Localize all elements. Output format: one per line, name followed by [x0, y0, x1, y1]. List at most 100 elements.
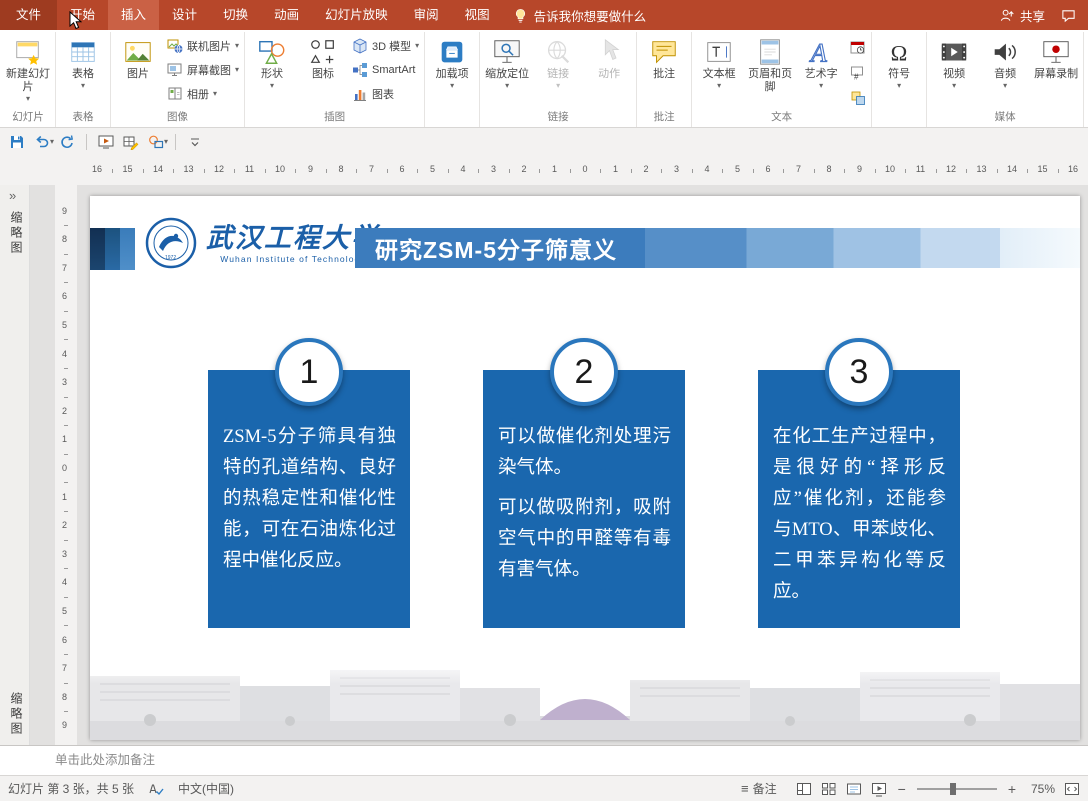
university-logo[interactable]: 1972 武汉工程大学 Wuhan Institute of Technolog… — [145, 217, 380, 269]
spell-check-icon[interactable] — [148, 781, 164, 797]
ribbon-group-links: 缩放定位 ▾ 链接 ▾ 动作 链接 — [480, 32, 638, 127]
ribbon-button-date-time[interactable] — [847, 37, 869, 59]
ribbon-button-shapes[interactable]: 形状 ▾ — [247, 34, 297, 110]
vertical-ruler[interactable]: 9 8 7 6 5 4 3 2 1 0 1 2 3 4 5 6 7 8 9 — [55, 185, 77, 745]
zoom-slider[interactable] — [916, 782, 997, 795]
ribbon-button-link[interactable]: 链接 ▾ — [533, 34, 583, 110]
feedback-icon[interactable] — [1061, 8, 1076, 23]
ribbon-group-content: Ω 符号 ▾ — [874, 32, 924, 110]
item-number-circle[interactable]: 3 — [825, 338, 893, 406]
dropdown-arrow-icon: ▾ — [952, 81, 957, 90]
button-label: 图片 — [127, 68, 149, 80]
ribbon-group-label: 链接 — [547, 111, 569, 123]
zoom-out-button[interactable]: − — [896, 781, 908, 797]
ribbon-button-header-footer[interactable]: 页眉和页脚 — [745, 34, 795, 110]
ribbon-button-picture[interactable]: 图片 — [113, 34, 163, 110]
ribbon-button-video[interactable]: 视频 ▾ — [929, 34, 979, 110]
shape-tools-button[interactable]: ▾ — [145, 131, 168, 153]
ribbon-group-content: 缩放定位 ▾ 链接 ▾ 动作 — [482, 32, 634, 110]
qat-more-button[interactable] — [184, 131, 206, 153]
start-slideshow-button[interactable] — [95, 131, 117, 153]
ruler-mark: 13 — [976, 164, 987, 174]
ruler-tick — [64, 339, 68, 341]
item-number-circle[interactable]: 1 — [275, 338, 343, 406]
zoom-slider-handle[interactable] — [950, 782, 957, 795]
thumbnail-pane-collapsed[interactable]: » 缩略图 缩略图 — [0, 185, 30, 745]
slide[interactable]: 1972 武汉工程大学 Wuhan Institute of Technolog… — [90, 196, 1080, 740]
ribbon-button-comment[interactable]: 批注 — [639, 34, 689, 110]
ribbon-tab-animations[interactable]: 动画 — [261, 0, 312, 30]
ruler-tick — [64, 425, 68, 427]
ribbon-button-online-pictures[interactable]: 联机图片 ▾ — [164, 34, 242, 58]
ribbon-button-slide-number[interactable]: # — [847, 62, 869, 84]
ribbon-button-wordart[interactable]: A 艺术字 ▾ — [796, 34, 846, 110]
ruler-tick — [539, 169, 541, 173]
button-label: 表格 — [72, 68, 94, 80]
zoom-level[interactable]: 75% — [1027, 782, 1055, 796]
ribbon-button-3d-models[interactable]: 3D 模型 ▾ — [349, 34, 422, 58]
tell-me-box[interactable]: 告诉我你想要做什么 — [513, 0, 646, 30]
ribbon-button-screen-recording[interactable]: 屏幕录制 — [1031, 34, 1081, 110]
slide-title-banner[interactable]: 研究ZSM-5分子筛意义 — [355, 228, 1080, 268]
ribbon-button-text-box[interactable]: 文本框 ▾ — [694, 34, 744, 110]
ribbon-tab-transitions[interactable]: 切换 — [210, 0, 261, 30]
zoom-in-button[interactable]: + — [1006, 781, 1018, 797]
item-text-box[interactable]: ZSM-5分子筛具有独特的孔道结构、良好的热稳定性和催化性能，可在石油炼化过程中… — [208, 370, 410, 628]
undo-button[interactable]: ▾ — [31, 131, 54, 153]
ribbon-tab-insert[interactable]: 插入 — [108, 0, 160, 30]
dropdown-arrow-icon: ▾ — [505, 81, 510, 90]
ruler-tick — [478, 169, 480, 173]
fit-to-window-button[interactable] — [1064, 781, 1080, 797]
ruler-tick — [64, 539, 68, 541]
ribbon-tab-review[interactable]: 审阅 — [401, 0, 452, 30]
save-button[interactable] — [6, 131, 28, 153]
ribbon-button-chart[interactable]: 图表 — [349, 82, 422, 106]
ribbon-button-add-ins[interactable]: 加载项 ▾ — [427, 34, 477, 110]
ribbon-button-photo-album[interactable]: 相册 ▾ — [164, 82, 242, 106]
ribbon-tab-slide-show[interactable]: 幻灯片放映 — [312, 0, 401, 30]
ruler-mark: 1 — [62, 491, 68, 502]
ruler-tick — [691, 169, 693, 173]
language-indicator[interactable]: 中文(中国) — [178, 780, 234, 797]
ribbon-button-symbol[interactable]: Ω 符号 ▾ — [874, 34, 924, 110]
slide-title: 研究ZSM-5分子筛意义 — [375, 237, 617, 263]
ribbon-button-object[interactable] — [847, 87, 869, 109]
ribbon-tab-view[interactable]: 视图 — [452, 0, 503, 30]
svg-text:Ω: Ω — [891, 40, 908, 65]
button-label: 图表 — [372, 89, 395, 101]
ribbon-button-smartart[interactable]: SmartArt — [349, 58, 422, 82]
slide-sorter-view-button[interactable] — [821, 781, 837, 797]
ruler-tick — [234, 169, 236, 173]
ribbon-tab-file[interactable]: 文件 — [0, 0, 58, 30]
ribbon-button-zoom[interactable]: 缩放定位 ▾ — [482, 34, 532, 110]
ribbon-tab-design[interactable]: 设计 — [159, 0, 210, 30]
ribbon-group-content: 批注 — [639, 32, 689, 110]
item-paragraph: 可以做吸附剂，吸附空气中的甲醛等有毒有害气体。 — [498, 498, 671, 580]
ribbon-button-new-slide[interactable]: 新建幻灯片 ▾ — [3, 34, 53, 110]
ruler-tick — [64, 682, 68, 684]
ribbon-button-screenshot[interactable]: 屏幕截图 ▾ — [164, 58, 242, 82]
slide-indicator: 幻灯片 第 3 张，共 5 张 — [8, 782, 135, 796]
ruler-tick — [508, 169, 510, 173]
expand-pane-icon[interactable]: » — [9, 188, 16, 203]
ruler-tick — [64, 482, 68, 484]
ribbon-button-table[interactable]: 表格 ▾ — [58, 34, 108, 110]
item-number-circle[interactable]: 2 — [550, 338, 618, 406]
ribbon-tab-home[interactable]: 开始 — [57, 0, 108, 30]
normal-view-button[interactable] — [796, 781, 812, 797]
reading-view-button[interactable] — [846, 781, 862, 797]
horizontal-ruler[interactable]: 16 15 14 13 12 11 10 9 8 7 6 5 4 3 2 1 0 1 2 3 4 5 6 7 8 9 10 11 12 1… — [0, 155, 1088, 185]
notes-toggle-button[interactable]: ≡ 备注 — [741, 780, 777, 797]
slideshow-button[interactable] — [871, 781, 887, 797]
redo-button[interactable] — [56, 131, 78, 153]
share-button[interactable]: 共享 — [1000, 6, 1045, 25]
ruler-mark: 5 — [62, 320, 68, 330]
item-text-box[interactable]: 可以做催化剂处理污染气体。 可以做吸附剂，吸附空气中的甲醛等有毒有害气体。 — [483, 370, 685, 628]
ribbon-group-label: 幻灯片 — [12, 111, 44, 123]
ribbon-button-audio[interactable]: 音频 ▾ — [980, 34, 1030, 110]
ribbon-button-icons[interactable]: 图标 — [298, 34, 348, 110]
ribbon-button-action[interactable]: 动作 — [584, 34, 634, 110]
notes-pane[interactable]: 单击此处添加备注 — [0, 745, 1088, 775]
item-text-box[interactable]: 在化工生产过程中，是很好的“择形反应”催化剂，还能参与MTO、甲苯歧化、二甲苯异… — [758, 370, 960, 628]
draw-table-button[interactable] — [120, 131, 142, 153]
